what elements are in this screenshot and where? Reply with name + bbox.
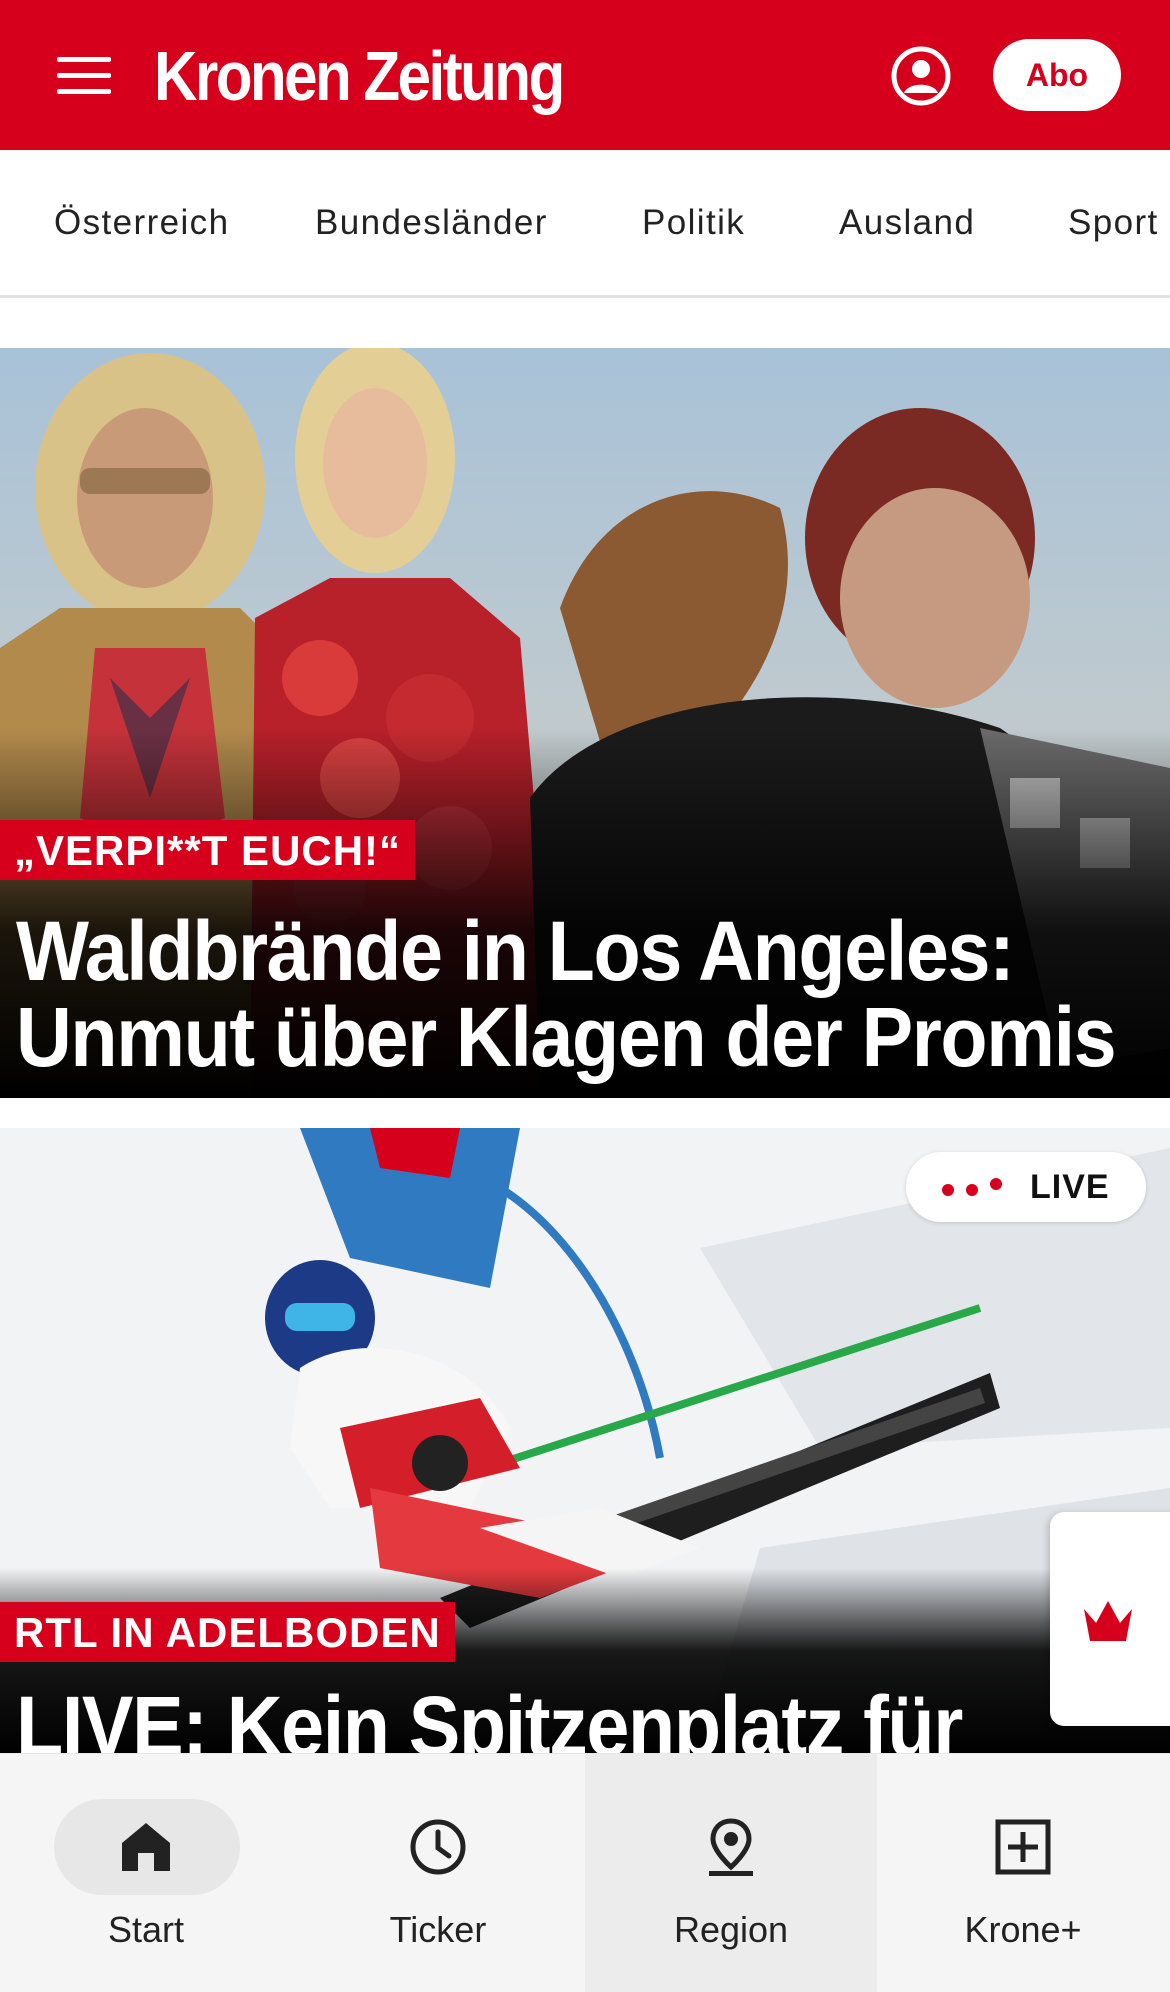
category-bundeslaender[interactable]: Bundesländer — [315, 150, 548, 295]
category-ausland[interactable]: Ausland — [839, 150, 975, 295]
location-pin-icon — [709, 1818, 753, 1876]
category-sport[interactable]: Sport — [1068, 150, 1159, 295]
nav-region[interactable]: Region — [585, 1754, 877, 1992]
nav-start[interactable]: Start — [0, 1754, 292, 1992]
nav-ticker[interactable]: Ticker — [292, 1754, 584, 1992]
live-dots-icon — [942, 1178, 1002, 1196]
clock-icon — [410, 1819, 466, 1875]
live-badge: LIVE — [906, 1152, 1146, 1222]
krone-side-tab[interactable] — [1050, 1512, 1170, 1726]
article-card-la-fires[interactable]: „VERPI**T EUCH!“ Waldbrände in Los Angel… — [0, 348, 1170, 1098]
article-headline: LIVE: Kein Spitzenplatz für — [16, 1679, 963, 1753]
article-card-adelboden[interactable]: LIVE RTL IN ADELBODEN LIVE: Kein Spitzen… — [0, 1128, 1170, 1753]
nav-label-ticker: Ticker — [389, 1909, 487, 1950]
user-account-icon[interactable] — [890, 45, 952, 107]
category-nav: Österreich Bundesländer Politik Ausland … — [0, 150, 1170, 298]
article-kicker: RTL IN ADELBODEN — [0, 1602, 455, 1662]
article-kicker: „VERPI**T EUCH!“ — [0, 820, 416, 880]
article-headline: Waldbrände in Los Angeles: Unmut über Kl… — [16, 904, 1117, 1084]
nav-krone-plus[interactable]: Krone+ — [877, 1754, 1169, 1992]
plus-box-icon — [995, 1819, 1051, 1875]
category-oesterreich[interactable]: Österreich — [54, 150, 229, 295]
nav-label-krone-plus: Krone+ — [964, 1909, 1082, 1950]
category-politik[interactable]: Politik — [642, 150, 745, 295]
bottom-navigation: Start Ticker Region Krone+ — [0, 1753, 1170, 1992]
home-icon — [122, 1823, 170, 1871]
app-screen: Kronen Zeitung Abo Österreich Bundesländ… — [0, 0, 1170, 1992]
abo-button[interactable]: Abo — [993, 39, 1121, 111]
nav-label-region: Region — [673, 1909, 789, 1950]
crown-icon — [1084, 1601, 1132, 1641]
top-bar: Kronen Zeitung Abo — [0, 0, 1170, 150]
live-label: LIVE — [1030, 1168, 1110, 1206]
logo[interactable]: Kronen Zeitung — [154, 36, 565, 116]
nav-label-start: Start — [107, 1909, 185, 1950]
hamburger-menu-icon[interactable] — [48, 45, 120, 105]
